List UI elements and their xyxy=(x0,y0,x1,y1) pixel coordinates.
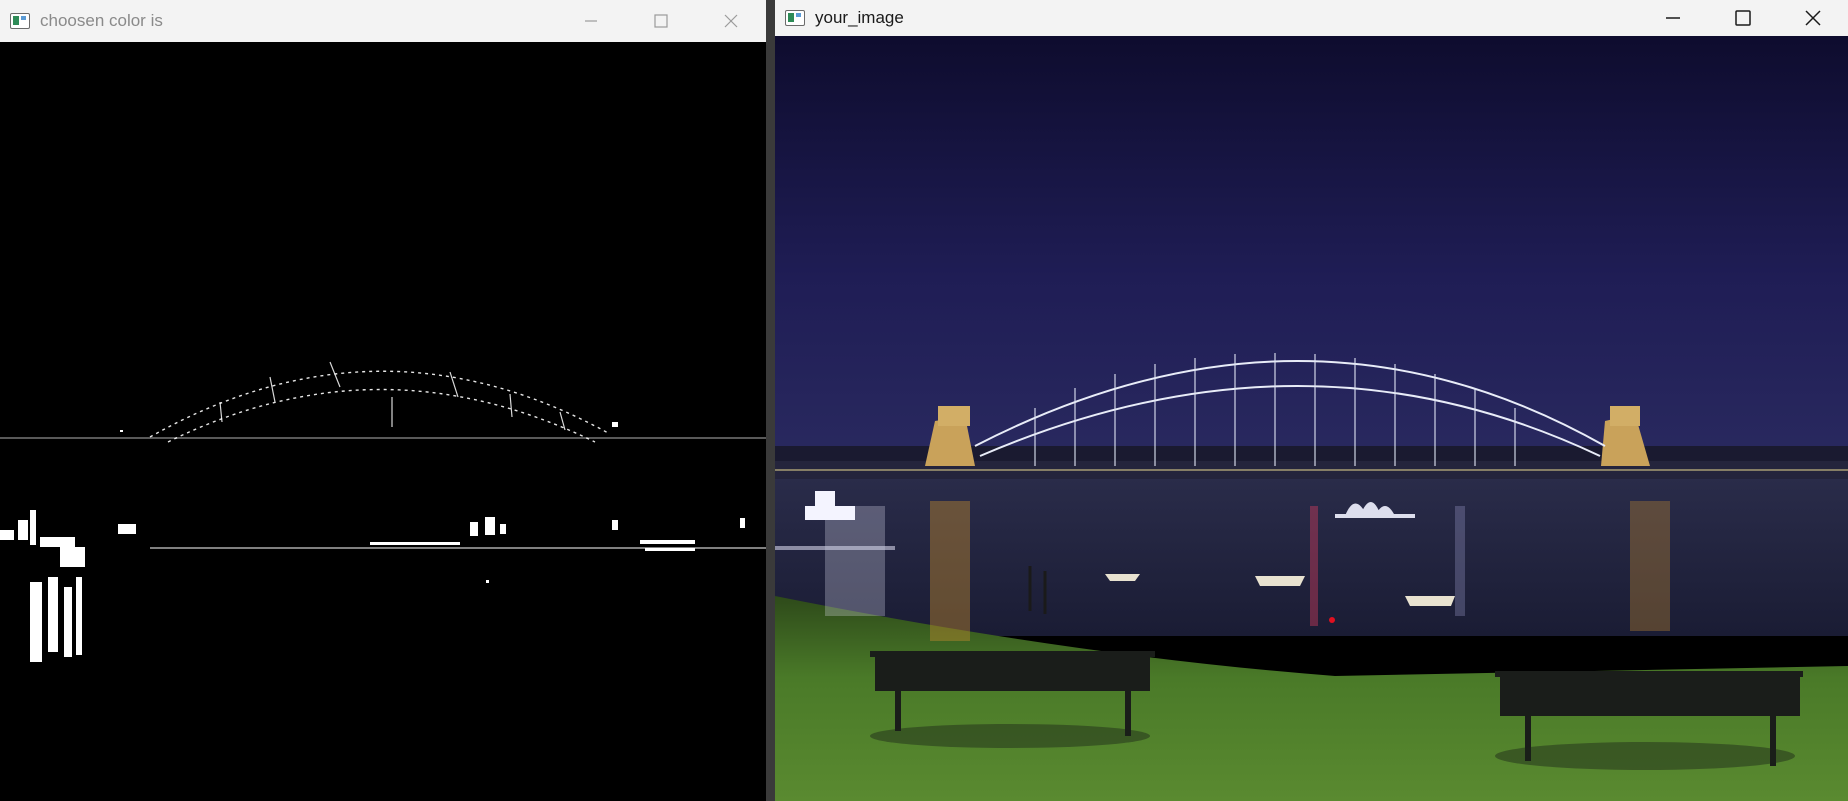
image-window-controls xyxy=(1638,0,1848,36)
minimize-button[interactable] xyxy=(1638,0,1708,36)
image-window-titlebar[interactable]: your_image xyxy=(775,0,1848,36)
maximize-icon xyxy=(1735,10,1751,26)
app-window-icon xyxy=(10,13,30,29)
mask-window[interactable]: choosen color is xyxy=(0,0,766,801)
photo-canvas[interactable] xyxy=(775,36,1848,801)
mask-window-title: choosen color is xyxy=(40,11,163,30)
harbour-bridge-photo xyxy=(775,36,1848,801)
close-button[interactable] xyxy=(696,0,766,42)
app-window-icon xyxy=(785,10,805,26)
minimize-button[interactable] xyxy=(556,0,626,42)
close-button[interactable] xyxy=(1778,0,1848,36)
mask-canvas[interactable] xyxy=(0,42,766,801)
background-gap xyxy=(766,0,775,801)
maximize-icon xyxy=(654,14,668,28)
minimize-icon xyxy=(585,20,597,22)
mask-image xyxy=(0,42,766,801)
minimize-icon xyxy=(1666,17,1680,19)
image-window-title: your_image xyxy=(815,8,904,27)
close-icon xyxy=(1805,10,1821,26)
mask-window-titlebar[interactable]: choosen color is xyxy=(0,0,766,42)
image-window[interactable]: your_image xyxy=(775,0,1848,801)
close-icon xyxy=(724,14,738,28)
maximize-button[interactable] xyxy=(1708,0,1778,36)
maximize-button[interactable] xyxy=(626,0,696,42)
mask-window-controls xyxy=(556,0,766,42)
